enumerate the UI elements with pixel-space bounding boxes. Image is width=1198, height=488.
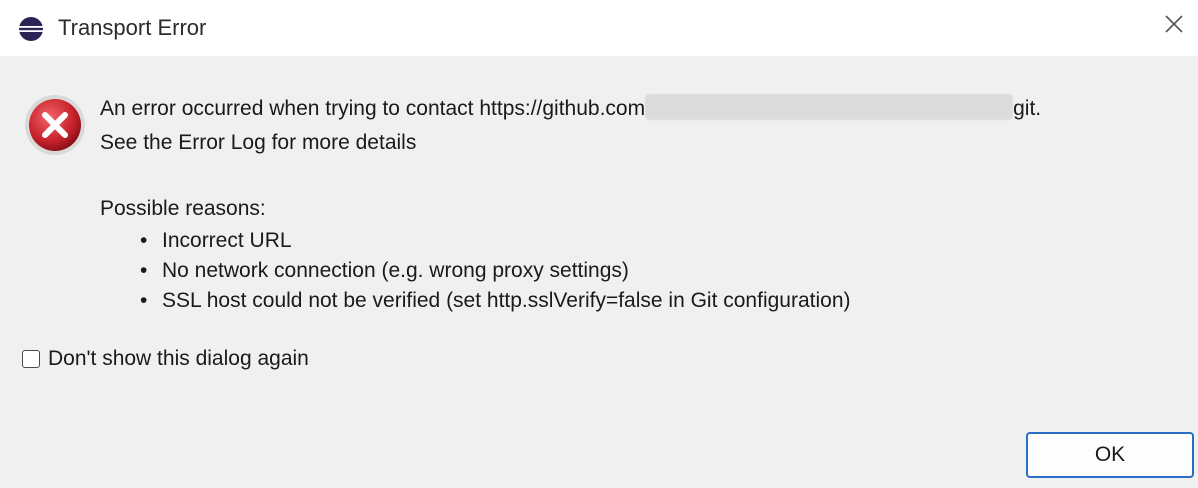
dialog-title: Transport Error xyxy=(58,15,207,40)
bullet: • xyxy=(140,259,148,282)
bullet: • xyxy=(140,229,148,252)
close-button[interactable] xyxy=(1156,8,1192,44)
error-message-prefix: An error occurred when trying to contact… xyxy=(100,97,646,120)
error-message-line2: See the Error Log for more details xyxy=(100,131,417,154)
dont-show-again-checkbox[interactable] xyxy=(22,350,40,368)
reason-text: Incorrect URL xyxy=(162,229,292,252)
reason-item: • Incorrect URL xyxy=(140,226,292,256)
error-message-suffix: git. xyxy=(1013,97,1042,120)
reason-item: • SSL host could not be verified (set htt… xyxy=(140,286,851,316)
reason-item: • No network connection (e.g. wrong proxy… xyxy=(140,256,629,286)
close-icon xyxy=(1163,13,1185,40)
eclipse-icon xyxy=(18,16,44,42)
title-bar: Transport Error xyxy=(0,0,1198,56)
error-icon xyxy=(22,92,88,158)
dont-show-again-label[interactable]: Don't show this dialog again xyxy=(48,344,309,374)
ok-button[interactable]: OK xyxy=(1026,432,1194,478)
error-message-line1: An error occurred when trying to contact… xyxy=(100,94,1041,124)
redacted-url-segment xyxy=(645,94,1014,120)
reason-text: No network connection (e.g. wrong proxy … xyxy=(162,259,629,282)
transport-error-dialog: Transport Error An error occurred when t… xyxy=(0,0,1198,488)
bullet: • xyxy=(140,289,148,312)
possible-reasons-heading: Possible reasons: xyxy=(100,197,266,220)
dont-show-again-checkbox-row[interactable]: Don't show this dialog again xyxy=(22,344,309,374)
reason-text: SSL host could not be verified (set http… xyxy=(162,289,851,312)
